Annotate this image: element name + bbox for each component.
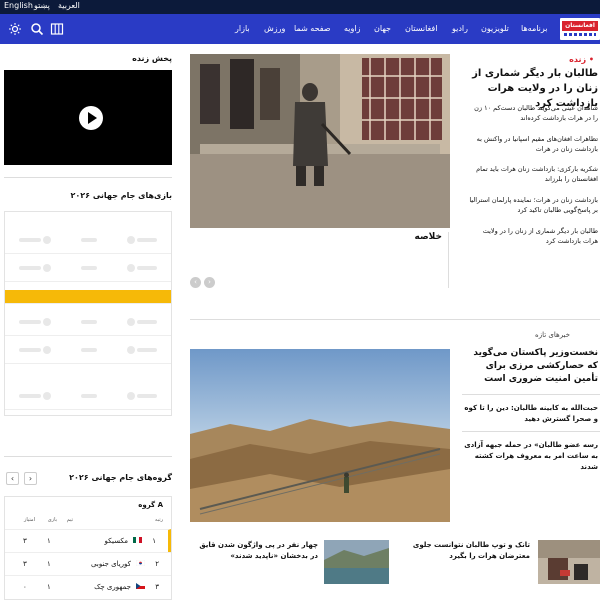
game-placeholder-row bbox=[5, 226, 171, 254]
grid-menu-icon[interactable] bbox=[50, 22, 64, 36]
game-placeholder-row bbox=[5, 336, 171, 364]
played-cell: ۱ bbox=[47, 560, 51, 568]
sub-headline-text: بازداشت زنان در هرات؛ نماینده پارلمان اس… bbox=[469, 196, 598, 214]
sub-headline[interactable]: تظاهرات افغان‌های مقیم اسپانیا در واکنش … bbox=[468, 134, 598, 154]
divider bbox=[448, 232, 449, 288]
active-game-row[interactable] bbox=[5, 290, 171, 304]
table-row[interactable]: ۲ کوریای جنوبی ۱ ۳ bbox=[5, 552, 171, 575]
nav-item-tv[interactable]: تلویزیون bbox=[481, 24, 509, 33]
column-header-played: بازی bbox=[47, 517, 57, 523]
column-header-points: امتیاز bbox=[23, 517, 35, 523]
live-broadcast-title: پخش زنده bbox=[132, 54, 172, 63]
game-placeholder-row bbox=[5, 382, 171, 410]
sub-headline-text: شکریه بارکزی: بازداشت زنان هرات باید تما… bbox=[476, 165, 598, 183]
played-cell: ۱ bbox=[47, 537, 51, 545]
border-photo bbox=[190, 349, 450, 522]
hero-photo bbox=[190, 54, 450, 228]
nav-item-programs[interactable]: برنامه‌ها bbox=[521, 24, 548, 33]
logo-stripe bbox=[564, 33, 596, 36]
nav-item-sports[interactable]: ورزش bbox=[264, 24, 285, 33]
live-badge: • زنده bbox=[569, 55, 594, 64]
rank-cell: ۲ bbox=[155, 560, 159, 568]
sub-headline-text: طالبان بار دیگر شماری از زنان را در ولای… bbox=[482, 227, 598, 245]
live-video-player[interactable] bbox=[4, 70, 172, 165]
news-item[interactable]: رسه عضو طالبان» در حمله جبهه آزادی به سا… bbox=[462, 440, 598, 473]
border-fence-image[interactable] bbox=[190, 349, 450, 522]
latest-news-title: خبرهای تازه bbox=[535, 331, 570, 339]
nav-item-radio[interactable]: رادیو bbox=[452, 24, 468, 33]
world-cup-groups-title: گروه‌های جام جهانی ۲۰۲۶ bbox=[69, 473, 172, 482]
points-cell: ۰ bbox=[23, 583, 27, 591]
points-cell: ۳ bbox=[23, 537, 27, 545]
games-list bbox=[4, 211, 172, 416]
divider bbox=[4, 177, 172, 178]
rank-cell: ۱ bbox=[152, 537, 156, 545]
divider bbox=[4, 456, 172, 457]
story-thumbnail bbox=[324, 540, 389, 584]
site-logo[interactable]: افغانستان bbox=[560, 18, 600, 40]
points-cell: ۳ bbox=[23, 560, 27, 568]
divider bbox=[190, 319, 600, 320]
main-navbar: بازار ورزش صفحه شما زاویه جهان افغانستان… bbox=[0, 14, 600, 44]
nav-item-your-page[interactable]: صفحه شما bbox=[294, 24, 331, 33]
czech-flag-icon bbox=[136, 583, 145, 589]
sub-headline[interactable]: طالبان بار دیگر شماری از زنان را در ولای… bbox=[468, 226, 598, 246]
nav-item-angle[interactable]: زاویه bbox=[344, 24, 360, 33]
divider bbox=[462, 394, 600, 395]
nav-item-world[interactable]: جهان bbox=[374, 24, 391, 33]
table-row[interactable]: ۱ مکسیکو ۱ ۳ bbox=[5, 529, 171, 552]
latest-news-headline[interactable]: نخست‌وزیر پاکستان می‌گوید که حصارکشی مرز… bbox=[462, 347, 598, 386]
summary-label[interactable]: خلاصه bbox=[190, 232, 442, 242]
bottom-story-herat[interactable]: تانک و توپ طالبان نتوانست جلوی معترضان ه… bbox=[400, 540, 600, 590]
sub-headline-text: شاهدان عینی می‌گویند طالبان دست‌کم ۱۰ زن… bbox=[474, 104, 598, 122]
brightness-icon[interactable] bbox=[8, 22, 22, 36]
team-cell: کوریای جنوبی bbox=[91, 560, 131, 568]
korea-flag-icon bbox=[136, 560, 145, 566]
team-cell: جمهوری چک bbox=[94, 583, 131, 591]
game-placeholder-row bbox=[5, 308, 171, 336]
world-cup-games-title: بازی‌های جام جهانی ۲۰۲۶ bbox=[70, 191, 173, 200]
lang-english-link[interactable]: English bbox=[4, 1, 33, 10]
story-headline: تانک و توپ طالبان نتوانست جلوی معترضان ه… bbox=[412, 541, 530, 560]
bottom-story-badakhshan[interactable]: چهار نفر در پی واژگون شدن قایق در بدخشان… bbox=[190, 540, 390, 590]
groups-header: ‹ › گروه‌های جام جهانی ۲۰۲۶ bbox=[4, 470, 172, 488]
group-label: گروه A bbox=[138, 501, 163, 509]
news-item[interactable]: حبت‌الله به کابینه طالبان: دین را تا کوه… bbox=[462, 403, 598, 425]
story-headline: چهار نفر در پی واژگون شدن قایق در بدخشان… bbox=[199, 541, 318, 560]
sub-headline[interactable]: شکریه بارکزی: بازداشت زنان هرات باید تما… bbox=[468, 164, 598, 184]
language-bar: English پښتو العربية bbox=[0, 0, 600, 14]
carousel-next-icon[interactable]: › bbox=[204, 277, 215, 288]
sub-headline-text: تظاهرات افغان‌های مقیم اسپانیا در واکنش … bbox=[476, 135, 598, 153]
nav-item-afghanistan[interactable]: افغانستان bbox=[405, 24, 437, 33]
lang-pashto-link[interactable]: پښتو bbox=[34, 1, 50, 10]
chevron-right-icon[interactable]: › bbox=[24, 472, 37, 485]
lang-arabic-link[interactable]: العربية bbox=[58, 1, 80, 10]
column-header-rank: رتبه bbox=[155, 517, 163, 523]
column-header-team: تیم bbox=[66, 517, 73, 523]
divider bbox=[462, 431, 600, 432]
nav-item-market[interactable]: بازار bbox=[235, 24, 250, 33]
table-row[interactable]: ۳ جمهوری چک ۱ ۰ bbox=[5, 575, 171, 598]
game-placeholder-row bbox=[5, 254, 171, 282]
search-icon[interactable] bbox=[30, 22, 44, 36]
sub-headline[interactable]: شاهدان عینی می‌گویند طالبان دست‌کم ۱۰ زن… bbox=[468, 103, 598, 123]
sub-headline[interactable]: بازداشت زنان در هرات؛ نماینده پارلمان اس… bbox=[468, 195, 598, 215]
chevron-left-icon[interactable]: ‹ bbox=[6, 472, 19, 485]
carousel-prev-icon[interactable]: ‹ bbox=[190, 277, 201, 288]
story-thumbnail bbox=[538, 540, 600, 584]
mexico-flag-icon bbox=[133, 537, 142, 543]
team-cell: مکسیکو bbox=[104, 537, 128, 545]
played-cell: ۱ bbox=[47, 583, 51, 591]
rank-cell: ۳ bbox=[155, 583, 159, 591]
hero-image[interactable] bbox=[190, 54, 450, 228]
logo-text: افغانستان bbox=[562, 21, 598, 31]
group-standings-table: گروه A رتبه تیم بازی امتیاز ۱ مکسیکو ۱ ۳… bbox=[4, 496, 172, 600]
play-icon[interactable] bbox=[79, 106, 103, 130]
